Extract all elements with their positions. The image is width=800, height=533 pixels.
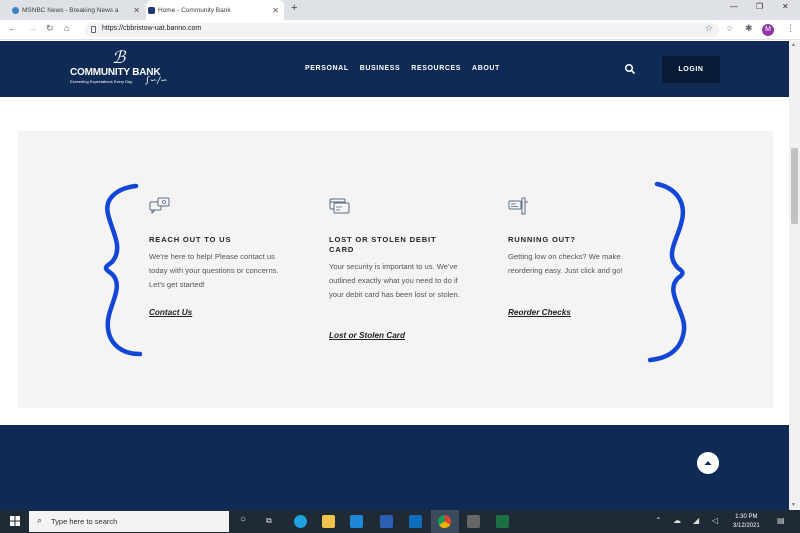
menu-dots-icon[interactable]: ⋮ <box>786 23 795 34</box>
nav-resources[interactable]: RESOURCES <box>411 65 461 72</box>
taskbar-clock[interactable]: 1:30 PM 3/12/2021 <box>733 513 760 531</box>
taskbar-search-input[interactable]: ⌕ Type here to search <box>29 511 229 532</box>
card-body: Getting low on checks? We make reorderin… <box>508 252 623 275</box>
site-header: ℬ COMMUNITY BANK Exceeding Expectations … <box>0 41 789 97</box>
file-explorer-icon[interactable] <box>322 515 335 528</box>
close-tab-icon[interactable]: ✕ <box>133 6 140 15</box>
scroll-up-arrow-icon[interactable]: ▲ <box>791 42 796 48</box>
lost-stolen-card-link[interactable]: Lost or Stolen Card <box>329 331 405 340</box>
search-icon: ⌕ <box>37 515 43 525</box>
url-text: https://cbbristow-uat.banno.com <box>102 25 202 32</box>
browser-tab-msnbc[interactable]: MSNBC News - Breaking News a ✕ <box>10 0 145 20</box>
excel-icon[interactable] <box>496 515 509 528</box>
close-window-icon[interactable]: ✕ <box>782 2 789 11</box>
debit-card-icon <box>329 198 350 214</box>
extension-circle-icon[interactable]: ○ <box>727 23 732 33</box>
url-input[interactable]: https://cbbristow-uat.banno.com ☆ <box>85 23 719 37</box>
new-tab-plus-icon[interactable]: + <box>291 2 297 14</box>
mail-icon[interactable] <box>350 515 363 528</box>
community-bank-logo[interactable]: ℬ COMMUNITY BANK Exceeding Expectations … <box>70 48 190 92</box>
bookmark-star-icon[interactable]: ☆ <box>705 23 713 34</box>
nav-about[interactable]: ABOUT <box>472 65 500 72</box>
forward-arrow-icon[interactable]: → <box>28 23 37 33</box>
reload-icon[interactable]: ↻ <box>46 23 54 34</box>
address-bar: ← → ↻ ⌂ https://cbbristow-uat.banno.com … <box>0 20 800 40</box>
reorder-checks-link[interactable]: Reorder Checks <box>508 308 571 317</box>
community-bank-favicon-icon <box>148 6 155 14</box>
back-to-top-button[interactable] <box>697 452 719 474</box>
outlook-icon[interactable] <box>409 515 422 528</box>
scroll-down-arrow-icon[interactable]: ▼ <box>791 502 796 508</box>
close-tab-icon[interactable]: ✕ <box>272 6 279 15</box>
logo-tagline: Exceeding Expectations Every Day <box>70 79 133 84</box>
extensions-puzzle-icon[interactable]: ✱ <box>745 23 753 34</box>
chat-bubbles-icon <box>149 197 170 215</box>
onedrive-cloud-icon[interactable]: ☁ <box>673 516 681 525</box>
card-title: RUNNING OUT? <box>508 235 576 244</box>
word-icon[interactable] <box>380 515 393 528</box>
windows-taskbar: ⌕ Type here to search ○ ⧉ ⌃ ☁ ◢ ◁ 1:30 P… <box>0 510 800 533</box>
logo-cb-monogram-icon: ℬ <box>112 48 126 68</box>
card-title: LOST OR STOLEN DEBIT CARD <box>329 235 437 254</box>
back-arrow-icon[interactable]: ← <box>8 23 17 33</box>
scrollbar-thumb[interactable] <box>791 148 798 224</box>
browser-tab-strip: MSNBC News - Breaking News a ✕ Home - Co… <box>0 0 800 20</box>
taskbar-search-placeholder: Type here to search <box>51 517 118 526</box>
network-icon[interactable]: ◢ <box>693 516 699 525</box>
card-body: Your security is important to us. We've … <box>329 262 460 299</box>
tab-title: Home - Community Bank <box>158 6 231 14</box>
notifications-icon[interactable]: ▤ <box>777 516 785 525</box>
login-button[interactable]: LOGIN <box>662 56 720 83</box>
store-icon[interactable] <box>467 515 480 528</box>
check-hand-icon <box>508 197 528 215</box>
home-icon[interactable]: ⌂ <box>64 23 69 33</box>
main-nav: PERSONAL BUSINESS RESOURCES ABOUT <box>305 65 500 72</box>
browser-tab-community-bank[interactable]: Home - Community Bank ✕ <box>146 0 284 20</box>
clock-time: 1:30 PM <box>735 514 758 520</box>
task-view-icon[interactable]: ⧉ <box>266 516 272 526</box>
nav-personal[interactable]: PERSONAL <box>305 65 349 72</box>
windows-start-icon[interactable] <box>10 516 20 526</box>
show-hidden-icons-chevron-icon[interactable]: ⌃ <box>655 516 662 525</box>
nav-business[interactable]: BUSINESS <box>360 65 401 72</box>
quick-links-card: REACH OUT TO US We're here to help! Plea… <box>18 131 773 408</box>
volume-icon[interactable]: ◁ <box>712 516 718 525</box>
minimize-icon[interactable]: — <box>730 2 738 11</box>
logo-signature-icon: ∫∽∕∽ <box>145 76 168 86</box>
chrome-icon[interactable] <box>438 515 451 528</box>
card-title: REACH OUT TO US <box>149 235 232 244</box>
edge-browser-icon[interactable] <box>294 515 307 528</box>
search-icon[interactable] <box>624 63 636 75</box>
clock-date: 3/12/2021 <box>733 523 760 529</box>
restore-window-icon[interactable]: ❐ <box>756 2 763 11</box>
card-body: We're here to help! Please contact us to… <box>149 252 279 289</box>
tab-title: MSNBC News - Breaking News a <box>22 6 119 14</box>
profile-avatar[interactable]: M <box>762 24 774 36</box>
site-footer <box>0 425 789 510</box>
cortana-circle-icon[interactable]: ○ <box>240 514 246 525</box>
lock-icon <box>91 26 96 33</box>
page-scrollbar[interactable] <box>789 41 800 510</box>
msnbc-favicon-icon <box>12 6 19 14</box>
contact-us-link[interactable]: Contact Us <box>149 308 192 317</box>
